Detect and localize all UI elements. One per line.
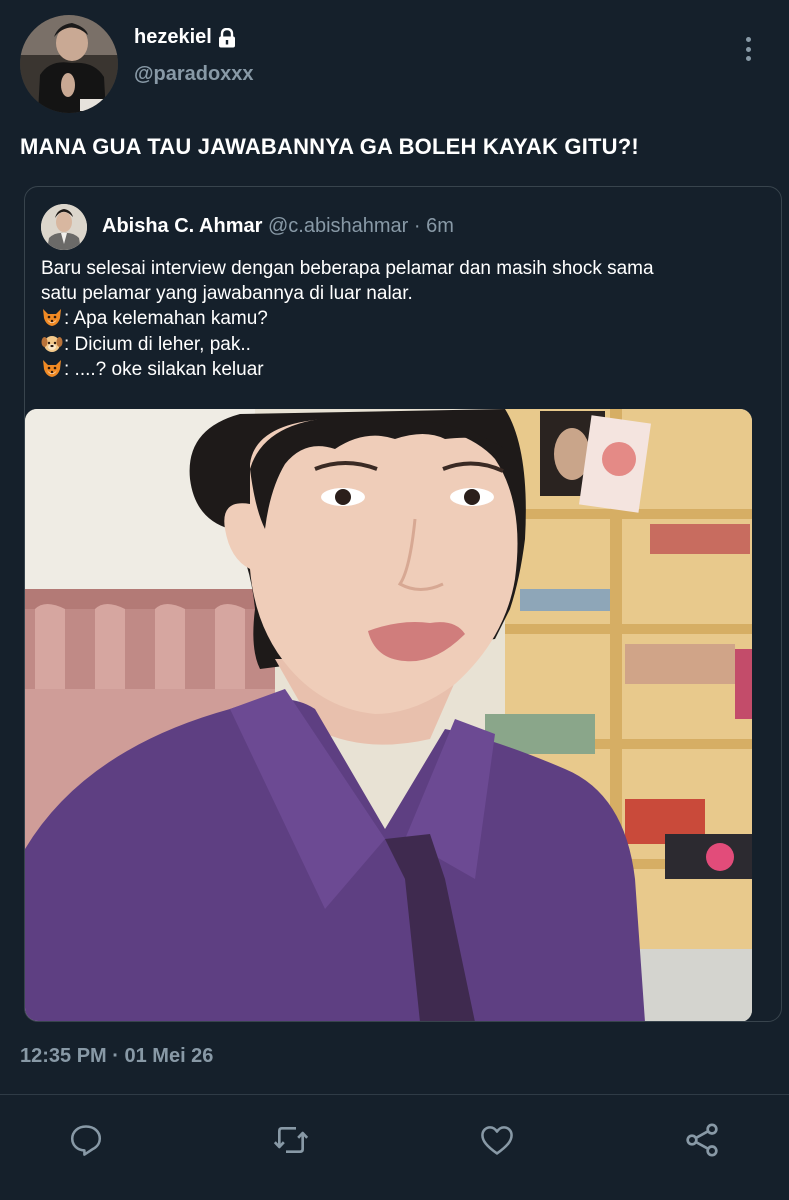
tweet-timestamp[interactable]: 12:35 PM · 01 Mei 26 (20, 1045, 213, 1068)
reply-button[interactable] (66, 1120, 106, 1160)
heart-icon (481, 1126, 513, 1155)
more-dot (745, 46, 751, 52)
line-text: : Dicium di leher, pak.. (64, 333, 251, 355)
dog-emoji (41, 332, 63, 354)
more-options-button[interactable] (734, 34, 762, 64)
display-name-text: hezekiel (134, 26, 212, 48)
reply-icon (70, 1125, 102, 1156)
quoted-tweet-text: Baru selesai interview dengan beberapa p… (41, 257, 761, 383)
line-text: Baru selesai interview dengan beberapa p… (41, 258, 654, 279)
line-text: : Apa kelemahan kamu? (64, 308, 268, 329)
quoted-tweet-time: 6m (426, 215, 454, 237)
fox-emoji (41, 357, 63, 379)
retweet-icon (273, 1127, 309, 1153)
more-dot (745, 56, 751, 61)
fox-emoji (41, 306, 63, 328)
retweet-button[interactable] (271, 1120, 311, 1160)
text-line: Baru selesai interview dengan beberapa p… (41, 257, 761, 282)
line-text: : ....? oke silakan keluar (64, 359, 264, 380)
tweet-text: MANA GUA TAU JAWABANNYA GA BOLEH KAYAK G… (20, 134, 639, 159)
quoted-author-name[interactable]: Abisha C. Ahmar (102, 215, 262, 237)
text-line: satu pelamar yang jawabannya di luar nal… (41, 282, 761, 307)
meta-separator: · (413, 215, 421, 237)
tweet-header: hezekiel @paradoxxx (0, 0, 789, 120)
text-line: : Apa kelemahan kamu? (41, 306, 761, 332)
author-display-name[interactable]: hezekiel (134, 26, 236, 49)
quoted-tweet-card[interactable]: Abisha C. Ahmar @c.abishahmar · 6m Baru … (24, 186, 782, 1022)
lock-icon (218, 27, 236, 48)
share-button[interactable] (682, 1120, 722, 1160)
text-line: : Dicium di leher, pak.. (41, 332, 761, 358)
quoted-author-handle[interactable]: @c.abishahmar (268, 215, 408, 237)
more-dot (745, 37, 751, 42)
text-line: : ....? oke silakan keluar (41, 357, 761, 383)
line-text: satu pelamar yang jawabannya di luar nal… (41, 282, 413, 304)
quoted-tweet-photo[interactable] (25, 409, 752, 1021)
divider (0, 1094, 789, 1095)
quoted-tweet-meta: Abisha C. Ahmar @c.abishahmar · 6m (102, 215, 454, 238)
like-button[interactable] (477, 1120, 517, 1160)
share-icon (686, 1123, 718, 1157)
author-avatar[interactable] (20, 15, 118, 113)
quoted-author-avatar (41, 204, 87, 250)
author-handle[interactable]: @paradoxxx (134, 63, 254, 86)
